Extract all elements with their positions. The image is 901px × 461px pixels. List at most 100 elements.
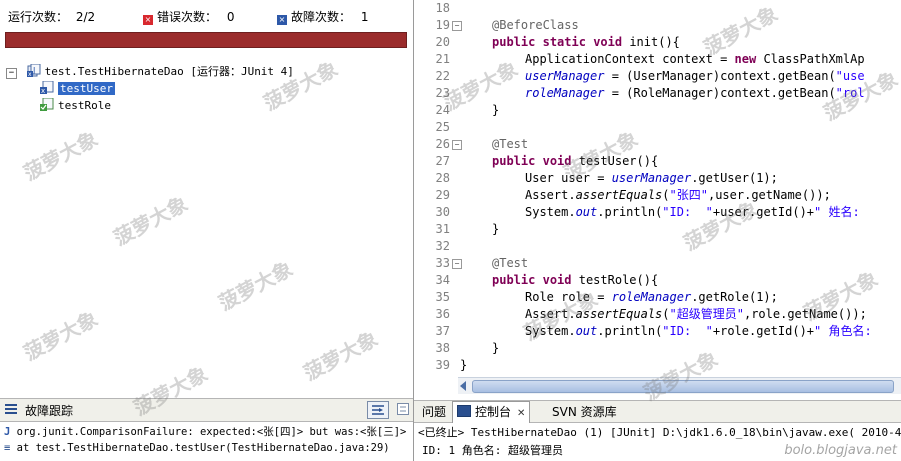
code-text: (: [662, 307, 670, 321]
errors-stat: × 错误次数： 0: [143, 8, 234, 25]
line-number: 24: [435, 103, 450, 117]
code-text: = (RoleManager)context.getBean(: [604, 86, 836, 100]
code-text: init(){: [629, 35, 680, 49]
line-number: 38: [435, 341, 450, 355]
trace-text-2: at test.TestHibernateDao.testUser(TestHi…: [16, 442, 390, 454]
menu-icon[interactable]: [5, 404, 17, 414]
code-text: testRole(){: [578, 273, 659, 287]
svg-text:x: x: [41, 87, 45, 94]
scrollbar-thumb[interactable]: [472, 380, 894, 393]
code-text: Role role =: [525, 290, 612, 304]
code-text: .println(: [597, 205, 663, 219]
line-number: 26: [435, 137, 450, 151]
static-field: out: [575, 205, 598, 219]
failures-label: 故障次数：: [291, 10, 352, 24]
keyword: void: [542, 154, 572, 168]
stack-frame-icon: ≡: [4, 442, 11, 454]
tree-root[interactable]: − Jx test.TestHibernateDao [运行器：JUnit 4]: [6, 63, 294, 80]
fold-icon[interactable]: −: [452, 21, 462, 31]
line-number: 19: [435, 18, 450, 32]
test-progress-bar: [5, 32, 407, 48]
code-text: Assert.: [525, 188, 576, 202]
static-method: assertEquals: [575, 307, 663, 321]
tab-console[interactable]: 控制台 ✕: [452, 401, 531, 423]
testrole-label: testRole: [58, 99, 111, 112]
console-output-text: ID: 1 角色名: 超级管理员: [422, 444, 563, 457]
tab-problems[interactable]: 问题: [422, 403, 446, 420]
error-icon: ×: [143, 15, 153, 25]
keyword: static: [542, 35, 586, 49]
code-text: +user.getId()+: [712, 205, 815, 219]
line-number: 27: [435, 154, 450, 168]
collapse-toggle-icon[interactable]: −: [6, 68, 17, 79]
code-text: }: [492, 222, 500, 236]
line-number: 20: [435, 35, 450, 49]
static-field: out: [575, 324, 598, 338]
console-header-text: <已终止> TestHibernateDao (1) [JUnit] D:\jd…: [418, 426, 901, 439]
code-text: ,user.getName());: [707, 188, 831, 202]
line-number: 22: [435, 69, 450, 83]
line-number: 29: [435, 188, 450, 202]
fold-icon[interactable]: −: [452, 140, 462, 150]
tab-svn-label: SVN 资源库: [552, 405, 617, 419]
runs-stat: 运行次数： 2/2: [8, 8, 95, 25]
tab-problems-label: 问题: [422, 405, 447, 419]
tree-item-testrole[interactable]: testRole: [40, 97, 111, 114]
filter-stack-button[interactable]: [367, 401, 389, 419]
annotation: @Test: [492, 137, 529, 151]
string-literal: "use: [835, 69, 865, 83]
code-text: = (UserManager)context.getBean(: [604, 69, 836, 83]
code-text: }: [492, 341, 500, 355]
string-literal: "ID: ": [662, 324, 713, 338]
svg-text:x: x: [28, 71, 32, 77]
line-number: 25: [435, 120, 450, 134]
line-number: 33: [435, 256, 450, 270]
compare-result-icon[interactable]: [397, 403, 409, 415]
keyword: public: [492, 273, 536, 287]
string-literal: "张四": [669, 188, 708, 202]
close-icon[interactable]: ✕: [517, 408, 525, 419]
string-literal: "超级管理员": [669, 307, 744, 321]
failures-stat: × 故障次数： 1: [277, 8, 368, 25]
console-output[interactable]: ID: 1 角色名: 超级管理员: [422, 442, 563, 458]
annotation: @BeforeClass: [492, 18, 579, 32]
failures-value: 1: [360, 10, 369, 24]
line-number: 21: [435, 52, 450, 66]
code-text: (: [662, 188, 670, 202]
tree-item-testuser[interactable]: x testUser: [40, 80, 115, 97]
keyword: public: [492, 154, 536, 168]
string-literal: "ID: ": [662, 205, 713, 219]
line-number: 23: [435, 86, 450, 100]
horizontal-scrollbar[interactable]: [458, 377, 901, 394]
line-number: 32: [435, 239, 450, 253]
tab-svn[interactable]: SVN 资源库: [552, 403, 617, 420]
code-text: .getRole(1);: [691, 290, 778, 304]
console-header: <已终止> TestHibernateDao (1) [JUnit] D:\jd…: [418, 424, 901, 440]
runs-label: 运行次数：: [8, 10, 69, 24]
code-text: ,role.getName());: [743, 307, 867, 321]
fold-icon[interactable]: −: [452, 259, 462, 269]
test-suite-icon: Jx: [26, 63, 41, 78]
code-text: .println(: [597, 324, 663, 338]
errors-value: 0: [226, 10, 235, 24]
scroll-left-icon[interactable]: [460, 381, 466, 391]
keyword: public: [492, 35, 536, 49]
trace-line-2[interactable]: ≡ at test.TestHibernateDao.testUser(Test…: [4, 442, 390, 454]
code-text: ApplicationContext context =: [525, 52, 735, 66]
tab-console-label: 控制台: [475, 405, 512, 419]
field: userManager: [611, 171, 692, 185]
keyword: void: [542, 273, 572, 287]
code-text: System.: [525, 324, 576, 338]
console-icon: [457, 405, 471, 417]
line-number: 18: [435, 1, 450, 15]
trace-text-1: org.junit.ComparisonFailure: expected:<张…: [16, 426, 407, 438]
keyword: void: [593, 35, 623, 49]
testuser-label: testUser: [58, 82, 115, 95]
line-number: 31: [435, 222, 450, 236]
code-text: ClassPathXmlAp: [763, 52, 865, 66]
trace-line-1[interactable]: J org.junit.ComparisonFailure: expected:…: [4, 424, 406, 439]
code-text: System.: [525, 205, 576, 219]
code-text: }: [492, 103, 500, 117]
string-literal: " 角色名:: [814, 324, 872, 338]
field: userManager: [525, 69, 605, 83]
